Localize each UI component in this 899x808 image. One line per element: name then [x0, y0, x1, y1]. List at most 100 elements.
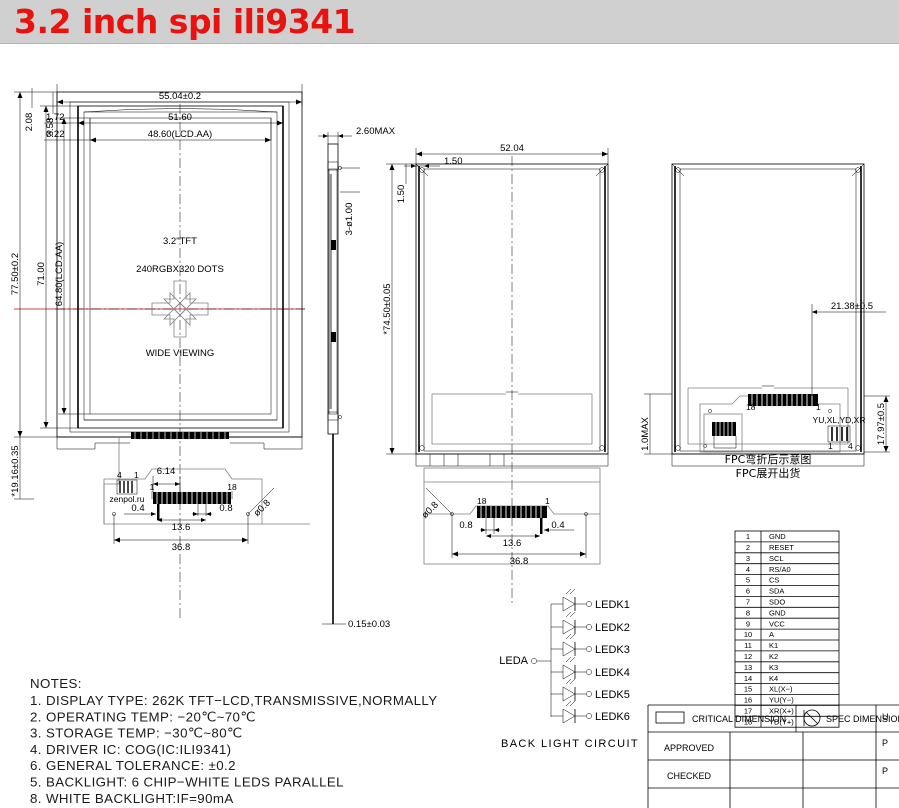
touch-pin-4-label: 4 [117, 470, 122, 480]
spec-dimension-icon [803, 709, 821, 727]
pin-name: RESET [769, 543, 794, 552]
dim-rear-36-8: 36.8 [510, 556, 529, 567]
notes-heading: NOTES: [30, 676, 82, 691]
rear-caption-line1: FPC弯折后示意图 [725, 452, 812, 466]
backlight-cathode-4: LEDK4 [595, 667, 630, 679]
front-label-wide-viewing: WIDE VIEWING [146, 348, 215, 359]
touch-connector-label: YU,XL,YD,XR [813, 415, 866, 425]
pin-number: 15 [744, 685, 752, 694]
pin-name: GND [769, 532, 786, 541]
pin-number: 5 [746, 576, 750, 585]
note-item: 5. BACKLIGHT: 6 CHIP−WHITE LEDS PARALLEL [30, 775, 344, 790]
pin-number: 13 [744, 663, 752, 672]
dim-19-16: *19.16±0.35 [10, 445, 21, 496]
dim-rear-hole-0-8: ø0.8 [420, 500, 441, 521]
drawing-sheet: 3.2"TFT 240RGBX320 DOTS WIDE VIEWING 55.… [0, 44, 899, 808]
note-item: 4. DRIVER IC: COG(IC:ILI9341) [30, 742, 232, 757]
pin-name: K3 [769, 663, 778, 672]
dim-2-60-max: 2.60MAX [356, 126, 396, 137]
pin-name: K4 [769, 674, 778, 683]
note-item: 6. GENERAL TOLERANCE: ±0.2 [30, 758, 236, 773]
pin-number: 16 [744, 696, 752, 705]
pin-name: A [769, 630, 774, 639]
backlight-cathode-1: LEDK1 [595, 599, 630, 611]
dim-rear-13-6: 13.6 [503, 538, 522, 549]
dim-17-97: 17.97±0.5 [876, 403, 887, 445]
dim-64-80-lcd-aa: 64.80(LCD.AA) [54, 242, 65, 306]
backlight-cathode-5: LEDK5 [595, 689, 630, 701]
dim-hole-0-8: ø0.8 [252, 498, 273, 519]
pin-number: 10 [744, 630, 752, 639]
touch-connector-front: 4 1 zenpol.ru [110, 470, 145, 504]
pin-number: 14 [744, 674, 752, 683]
dim-13-6: 13.6 [172, 522, 191, 533]
dim-51-60: 51.60 [168, 112, 192, 123]
fpc-pin-1-label: 1 [150, 482, 155, 492]
backlight-caption: BACK LIGHT CIRCUIT [501, 738, 639, 750]
pin-name: SDO [769, 598, 785, 607]
rear-view-b: 18 1 YU,XL,YD,XR 1 4 21.38±0.5 17.97±0.5… [640, 163, 890, 480]
page-header: 3.2 inch spi ili9341 [0, 0, 899, 44]
rear-b-touch-pin-1: 1 [828, 441, 833, 451]
pin-number: 2 [746, 543, 750, 552]
dim-2-08: 2.08 [24, 113, 35, 132]
pin-name: SCL [769, 554, 784, 563]
rear-b-touch-pin-4: 4 [848, 441, 853, 451]
dim-rear-0-4: 0.4 [551, 520, 564, 531]
rear-a-pin-1-label: 1 [545, 496, 550, 506]
page-title: 3.2 inch spi ili9341 [14, 2, 356, 41]
note-item: 1. DISPLAY TYPE: 262K TFT−LCD,TRANSMISSI… [30, 693, 438, 708]
side-view: 2.60MAX 3-ø1.00 0.15±0.03 [318, 126, 396, 630]
dim-0-8: 0.8 [219, 503, 232, 514]
pin-number: 6 [746, 587, 750, 596]
dim-3-58: 3.58 [45, 118, 56, 137]
title-block-right-2: P [882, 766, 888, 776]
pin-name: GND [769, 608, 786, 617]
dim-74-50: *74.50±0.05 [382, 283, 393, 334]
title-block-right-0: U [882, 712, 889, 722]
pin-number: 4 [746, 565, 750, 574]
fpc-pin-18-label: 18 [227, 482, 237, 492]
rear-view-a: 52.04 1.50 1.50 *74.50±0.05 18 1 0.8 13.… [382, 143, 609, 604]
dim-36-8: 36.8 [172, 542, 191, 553]
dim-0-4: 0.4 [131, 503, 144, 514]
pin-table: 1 GND 2 RESET 3 SCL 4 RS/A0 5 CS 6 SDA 7 SDO 8 GND 9 VCC 1… [734, 530, 840, 728]
dim-1-50-h: 1.50 [444, 156, 463, 167]
pin-name: CS [769, 576, 779, 585]
pin-name: SDA [769, 587, 784, 596]
rear-b-pin-18-label: 18 [746, 402, 756, 412]
backlight-circuit: LEDA LEDK1 LEDK2 LEDK3 LEDK4 LEDK5 LEDK6… [499, 588, 639, 750]
pin-name: XL(X−) [769, 685, 793, 694]
pin-number: 7 [746, 598, 750, 607]
front-label-dots: 240RGBX320 DOTS [136, 264, 224, 275]
checked-label: CHECKED [667, 771, 712, 781]
rear-b-pin-1-label: 1 [816, 402, 821, 412]
pin-number: 12 [744, 652, 752, 661]
dim-rear-0-8: 0.8 [459, 520, 472, 531]
pin-name: RS/A0 [769, 565, 791, 574]
pin-name: VCC [769, 619, 785, 628]
dim-52-04: 52.04 [500, 143, 524, 154]
pin-number: 8 [746, 608, 750, 617]
backlight-cathode-6: LEDK6 [595, 711, 630, 723]
rear-caption-line2: FPC展开出货 [736, 466, 801, 480]
dim-0-15: 0.15±0.03 [348, 619, 390, 630]
touch-pin-1-label: 1 [134, 470, 139, 480]
note-item: 2. OPERATING TEMP: −20℃~70℃ [30, 709, 256, 724]
dim-3-hole-1-00: 3-ø1.00 [344, 203, 355, 236]
pin-name: K2 [769, 652, 778, 661]
dim-71-00: 71.00 [36, 262, 47, 286]
title-block: CRITICAL DIMENSION SPEC DIMENSION APPROV… [647, 704, 899, 808]
pin-number: 9 [746, 619, 750, 628]
approved-label: APPROVED [664, 743, 715, 753]
pin-number: 1 [746, 532, 750, 541]
dim-21-38: 21.38±0.5 [831, 301, 873, 312]
backlight-cathode-3: LEDK3 [595, 644, 630, 656]
title-block-right-1: P [882, 738, 888, 748]
dim-48-60-lcd-aa: 48.60(LCD.AA) [148, 129, 212, 140]
dim-1-0-max: 1.0MAX [640, 416, 651, 450]
note-item: 3. STORAGE TEMP: −30℃~80℃ [30, 726, 242, 741]
dim-77-50: 77.50±0.2 [10, 253, 21, 295]
pin-name: YU(Y−) [769, 696, 794, 705]
front-view: 3.2"TFT 240RGBX320 DOTS WIDE VIEWING 55.… [10, 84, 310, 619]
